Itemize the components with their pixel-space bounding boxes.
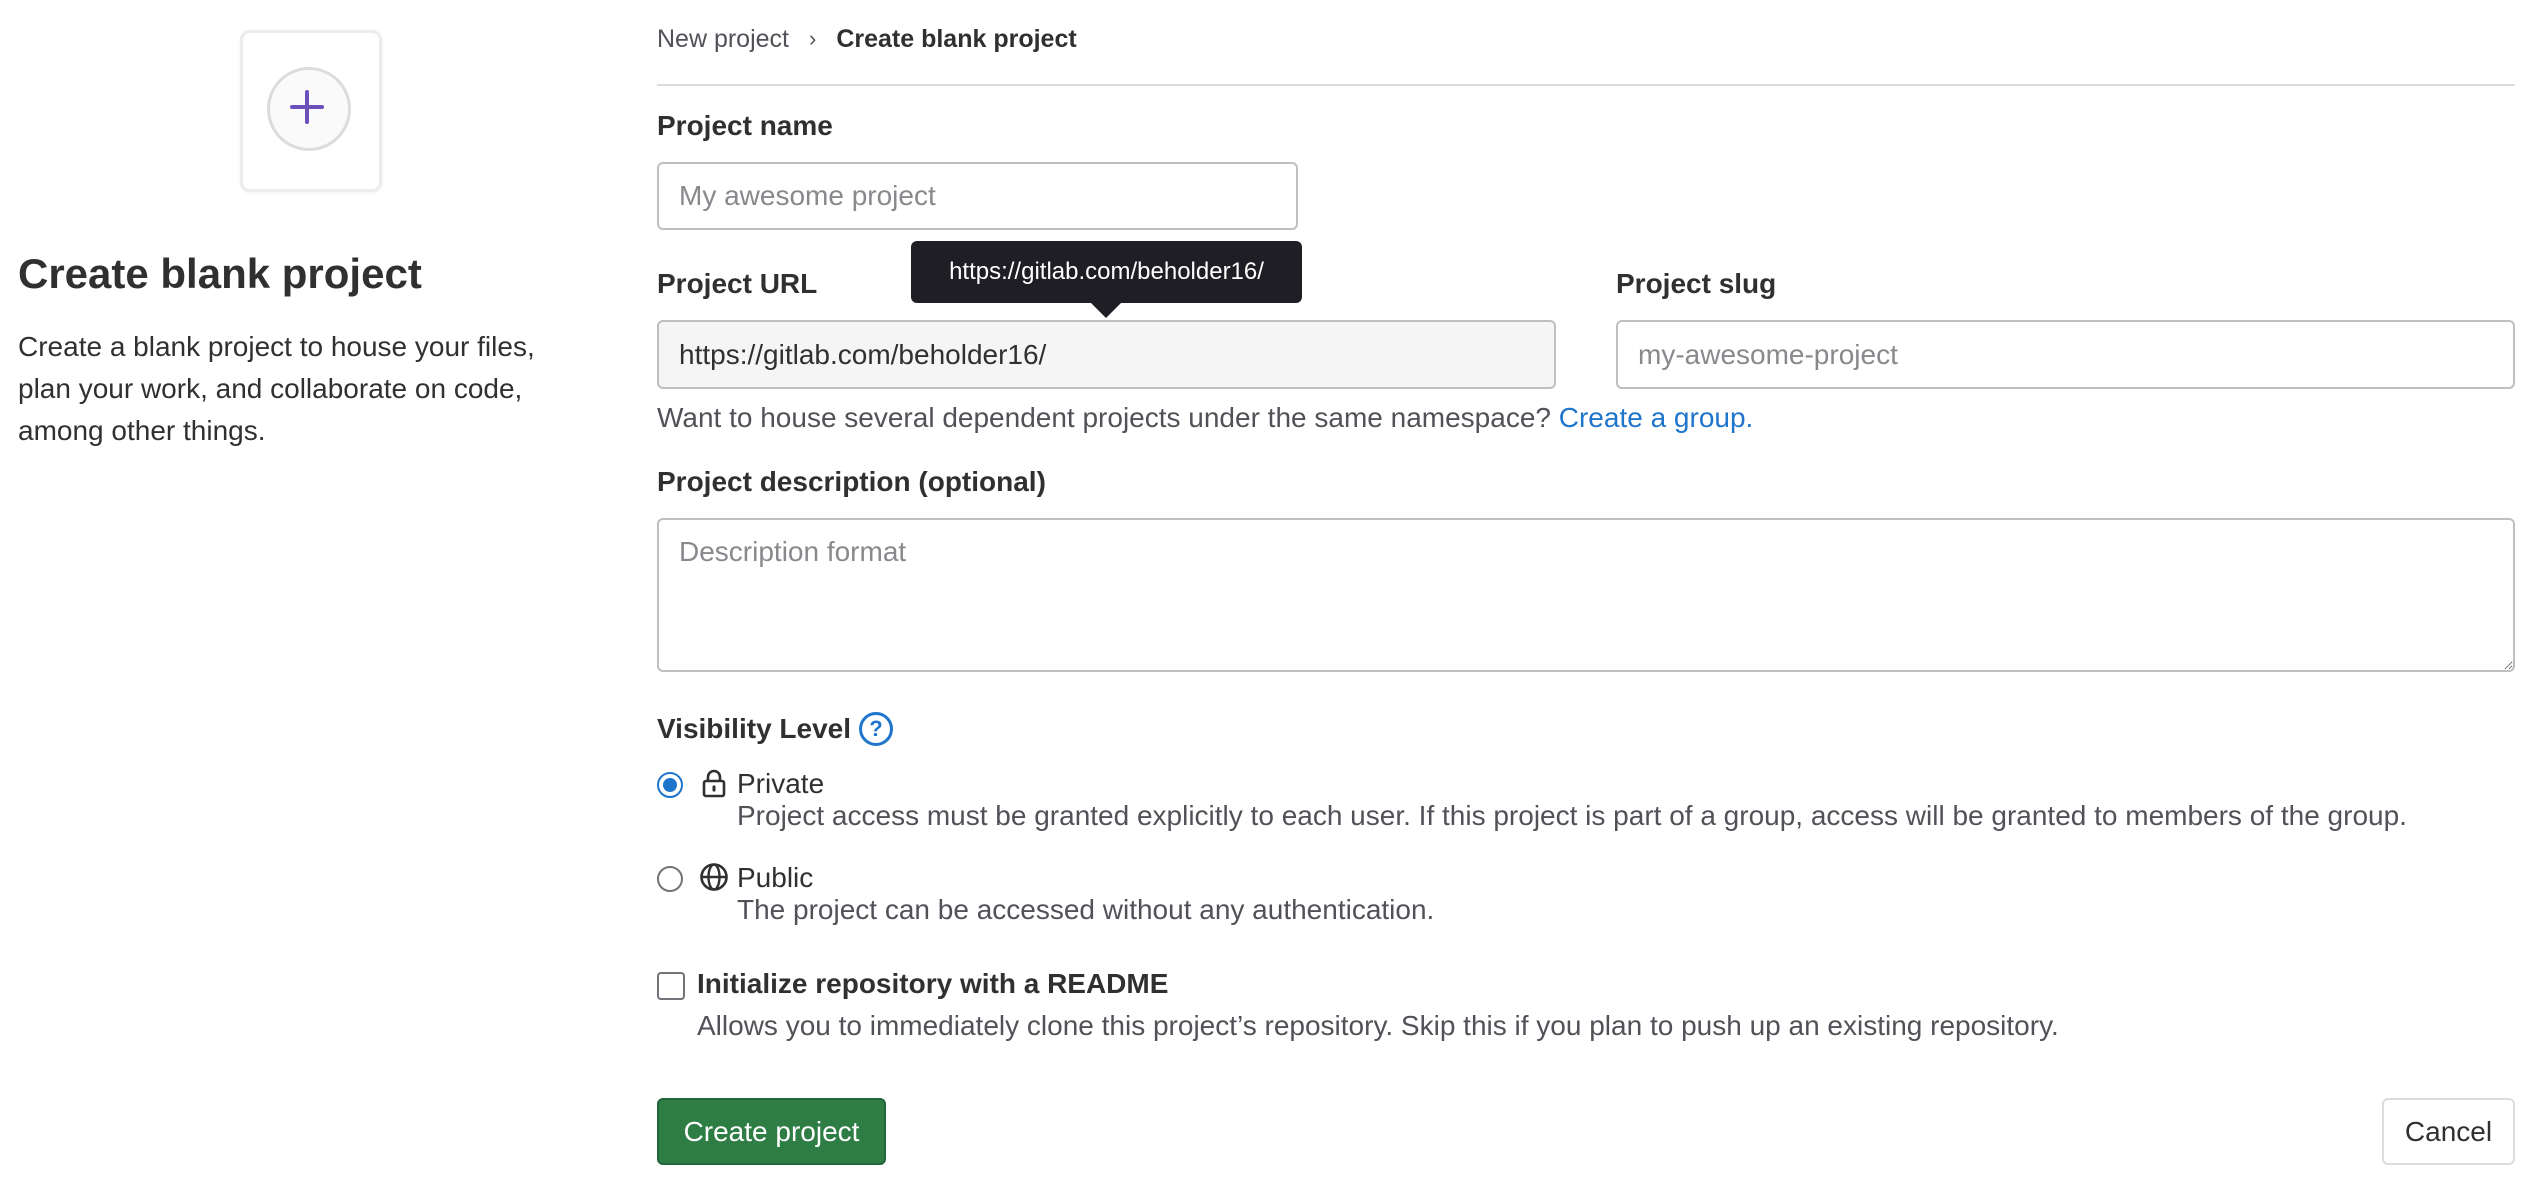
project-slug-input[interactable] [1616, 320, 2515, 389]
panel-title: Create blank project [18, 250, 422, 297]
namespace-help-text: Want to house several dependent projects… [657, 402, 1753, 434]
namespace-help-message: Want to house several dependent projects… [657, 402, 1551, 433]
visibility-public-radio[interactable] [657, 866, 683, 892]
project-url-select[interactable] [657, 320, 1556, 389]
visibility-private-radio[interactable] [657, 772, 683, 798]
breadcrumb: New project › Create blank project [657, 24, 1077, 54]
project-slug-label: Project slug [1616, 268, 1777, 299]
plus-circle [267, 67, 351, 151]
readme-description: Allows you to immediately clone this pro… [697, 1010, 2059, 1041]
description-textarea[interactable] [657, 518, 2515, 672]
readme-checkbox[interactable] [657, 972, 685, 1000]
project-name-label: Project name [657, 110, 833, 141]
panel-description: Create a blank project to house your fil… [18, 331, 535, 446]
lock-icon [702, 769, 726, 798]
header-divider [657, 84, 2515, 86]
create-group-link[interactable]: Create a group. [1559, 402, 1754, 433]
cancel-button[interactable]: Cancel [2382, 1098, 2515, 1165]
tooltip-arrow [1090, 302, 1122, 318]
visibility-public-description: The project can be accessed without any … [737, 894, 1435, 925]
project-name-input[interactable] [657, 162, 1298, 230]
readme-label[interactable]: Initialize repository with a README [697, 968, 1168, 1000]
visibility-label: Visibility Level ? [657, 712, 894, 746]
create-project-button[interactable]: Create project [657, 1098, 886, 1165]
project-type-card [240, 30, 382, 192]
breadcrumb-current: Create blank project [836, 24, 1077, 53]
breadcrumb-new-project[interactable]: New project [657, 25, 789, 54]
visibility-private-description: Project access must be granted explicitl… [737, 800, 2407, 831]
globe-icon [700, 863, 728, 891]
visibility-private-title: Private [737, 768, 825, 799]
visibility-label-text: Visibility Level [657, 713, 852, 744]
visibility-public-title: Public [737, 862, 814, 893]
description-label: Project description (optional) [657, 466, 1046, 497]
plus-icon [290, 90, 324, 124]
project-url-tooltip: https://gitlab.com/beholder16/ [911, 241, 1302, 303]
breadcrumb-separator: › [809, 26, 817, 51]
project-url-label: Project URL [657, 268, 818, 299]
question-circle-icon[interactable]: ? [859, 712, 894, 746]
